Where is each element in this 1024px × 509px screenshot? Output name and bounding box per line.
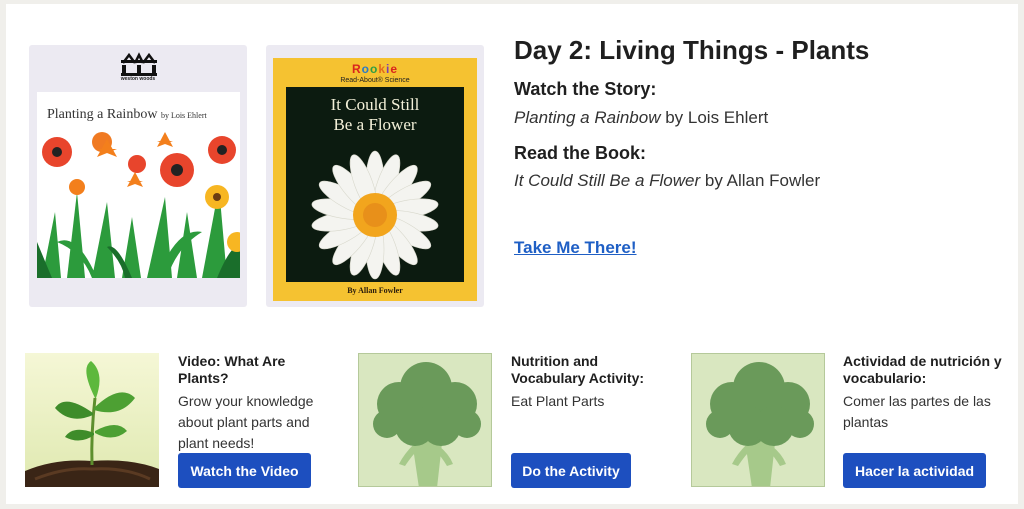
broccoli-icon: [373, 362, 481, 486]
activity-description: Comer las partes de las plantas: [843, 393, 991, 430]
take-me-there-link[interactable]: Take Me There!: [514, 238, 637, 258]
activity-description: Grow your knowledge about plant parts an…: [178, 393, 314, 451]
weston-woods-logo: [121, 52, 157, 76]
activity-description: Eat Plant Parts: [511, 393, 605, 409]
broccoli-thumbnail[interactable]: [691, 353, 825, 487]
hacer-la-actividad-button[interactable]: Hacer la actividad: [843, 453, 986, 488]
broccoli-thumbnail[interactable]: [358, 353, 492, 487]
activity-title: Video: What Are Plants?: [178, 353, 286, 386]
activity-title: Nutrition and Vocabulary Activity:: [511, 353, 645, 386]
watch-the-video-button[interactable]: Watch the Video: [178, 453, 311, 488]
book-cover-image: Planting a Rainbow by Lois Ehlert: [37, 92, 240, 278]
cover-author: By Allan Fowler: [347, 286, 403, 295]
series-subtitle: Read-About® Science: [340, 77, 410, 84]
book-cover-card-planting-a-rainbow[interactable]: weston woods Planting a Rainbow by Lois …: [29, 45, 247, 307]
book-cover-image: Rookie Read-About® Science It Could Stil…: [273, 58, 477, 301]
daisy-illustration: [311, 150, 439, 280]
page-title: Day 2: Living Things - Plants: [514, 35, 870, 65]
do-the-activity-button[interactable]: Do the Activity: [511, 453, 631, 488]
book-cover-card-it-could-still-be-a-flower[interactable]: Rookie Read-About® Science It Could Stil…: [266, 45, 484, 307]
read-book-line: It Could Still Be a Flower by Allan Fowl…: [514, 171, 821, 190]
activity-title: Actividad de nutrición y vocabulario:: [843, 353, 1002, 386]
cover-photo: It Could Still Be a Flower: [286, 87, 464, 282]
seedling-thumbnail[interactable]: [25, 353, 159, 487]
seedling-photo: [25, 353, 159, 487]
publisher-label: weston woods: [120, 76, 156, 82]
read-heading: Read the Book:: [514, 143, 647, 163]
rookie-logo: Rookie: [351, 62, 399, 76]
watch-book-line: Planting a Rainbow by Lois Ehlert: [514, 108, 769, 127]
cover-title: Planting a Rainbow by Lois Ehlert: [47, 107, 207, 122]
broccoli-icon: [706, 362, 814, 486]
watch-heading: Watch the Story:: [514, 79, 657, 99]
